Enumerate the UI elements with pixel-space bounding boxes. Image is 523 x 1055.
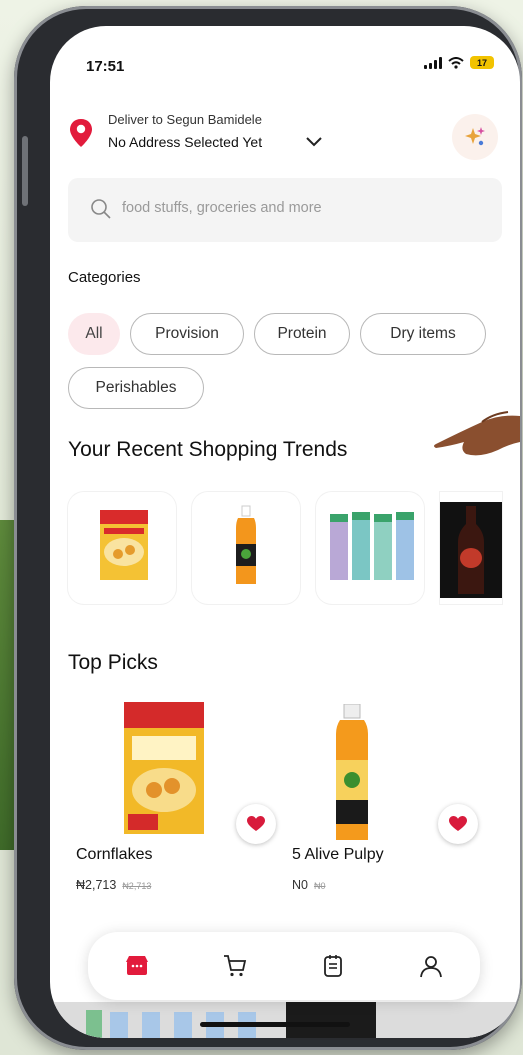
trend-item[interactable]: [440, 492, 502, 604]
chevron-down-icon[interactable]: [304, 134, 324, 150]
chip-all[interactable]: All: [68, 313, 120, 355]
profile-icon[interactable]: [418, 953, 444, 979]
status-time: 17:51: [86, 58, 125, 75]
address-selector[interactable]: No Address Selected Yet: [108, 134, 262, 150]
product-card[interactable]: Cornflakes ₦2,713 ₦2,713: [68, 698, 276, 908]
home-indicator: [200, 1022, 350, 1027]
wifi-icon: [448, 56, 464, 69]
pointing-hand-illustration: [434, 411, 520, 456]
favorite-button[interactable]: [438, 804, 478, 844]
five-alive-bottle-image: [336, 704, 368, 840]
air-freshener-cans-image: [330, 512, 414, 580]
product-name: Cornflakes: [76, 846, 153, 863]
bottom-navigation: [88, 932, 480, 1000]
categories-heading: Categories: [68, 269, 141, 286]
old-price: ₦2,713: [122, 881, 152, 891]
cornflakes-product-image: [124, 702, 204, 834]
heart-icon: [449, 816, 467, 831]
dark-malt-bottle-image: [440, 502, 502, 598]
chip-protein[interactable]: Protein: [254, 313, 350, 355]
trend-item[interactable]: [192, 492, 300, 604]
top-picks-heading: Top Picks: [68, 651, 158, 674]
app-screen: 17:51 17 Deliver to Segun Bamidele No Ad…: [50, 26, 520, 1038]
battery-icon: 17: [470, 56, 494, 69]
heart-icon: [247, 816, 265, 831]
location-pin-icon: [70, 119, 92, 147]
deliver-to-label: Deliver to Segun Bamidele: [108, 112, 262, 127]
product-card[interactable]: 5 Alive Pulpy N0 ₦0: [280, 698, 480, 908]
cornflakes-box-image: [100, 510, 148, 580]
orange-juice-bottle-image: [236, 505, 256, 584]
sparkle-icon: [465, 127, 485, 146]
store-icon[interactable]: [124, 953, 150, 979]
trend-item[interactable]: [316, 492, 424, 604]
delivery-header[interactable]: Deliver to Segun Bamidele No Address Sel…: [68, 110, 498, 160]
chip-perishables[interactable]: Perishables: [68, 367, 204, 409]
product-price: ₦2,713 ₦2,713: [76, 878, 152, 892]
ai-assistant-button[interactable]: [452, 114, 498, 160]
signal-icon: [424, 56, 442, 69]
status-bar: 17:51 17: [50, 26, 520, 86]
old-price: ₦0: [313, 881, 326, 891]
orders-icon[interactable]: [320, 953, 346, 979]
cart-icon[interactable]: [222, 953, 248, 979]
trend-item[interactable]: [68, 492, 176, 604]
product-price: N0 ₦0: [292, 878, 326, 892]
phone-frame: 17:51 17 Deliver to Segun Bamidele No Ad…: [14, 6, 522, 1050]
favorite-button[interactable]: [236, 804, 276, 844]
search-icon: [91, 199, 111, 219]
search-input[interactable]: food stuffs, groceries and more: [122, 200, 322, 216]
trends-heading: Your Recent Shopping Trends: [68, 438, 348, 461]
bottom-product-strip: [50, 1002, 520, 1038]
chip-provision[interactable]: Provision: [130, 313, 244, 355]
product-name: 5 Alive Pulpy: [292, 846, 384, 863]
search-bar[interactable]: food stuffs, groceries and more: [68, 178, 502, 242]
chip-dry-items[interactable]: Dry items: [360, 313, 486, 355]
